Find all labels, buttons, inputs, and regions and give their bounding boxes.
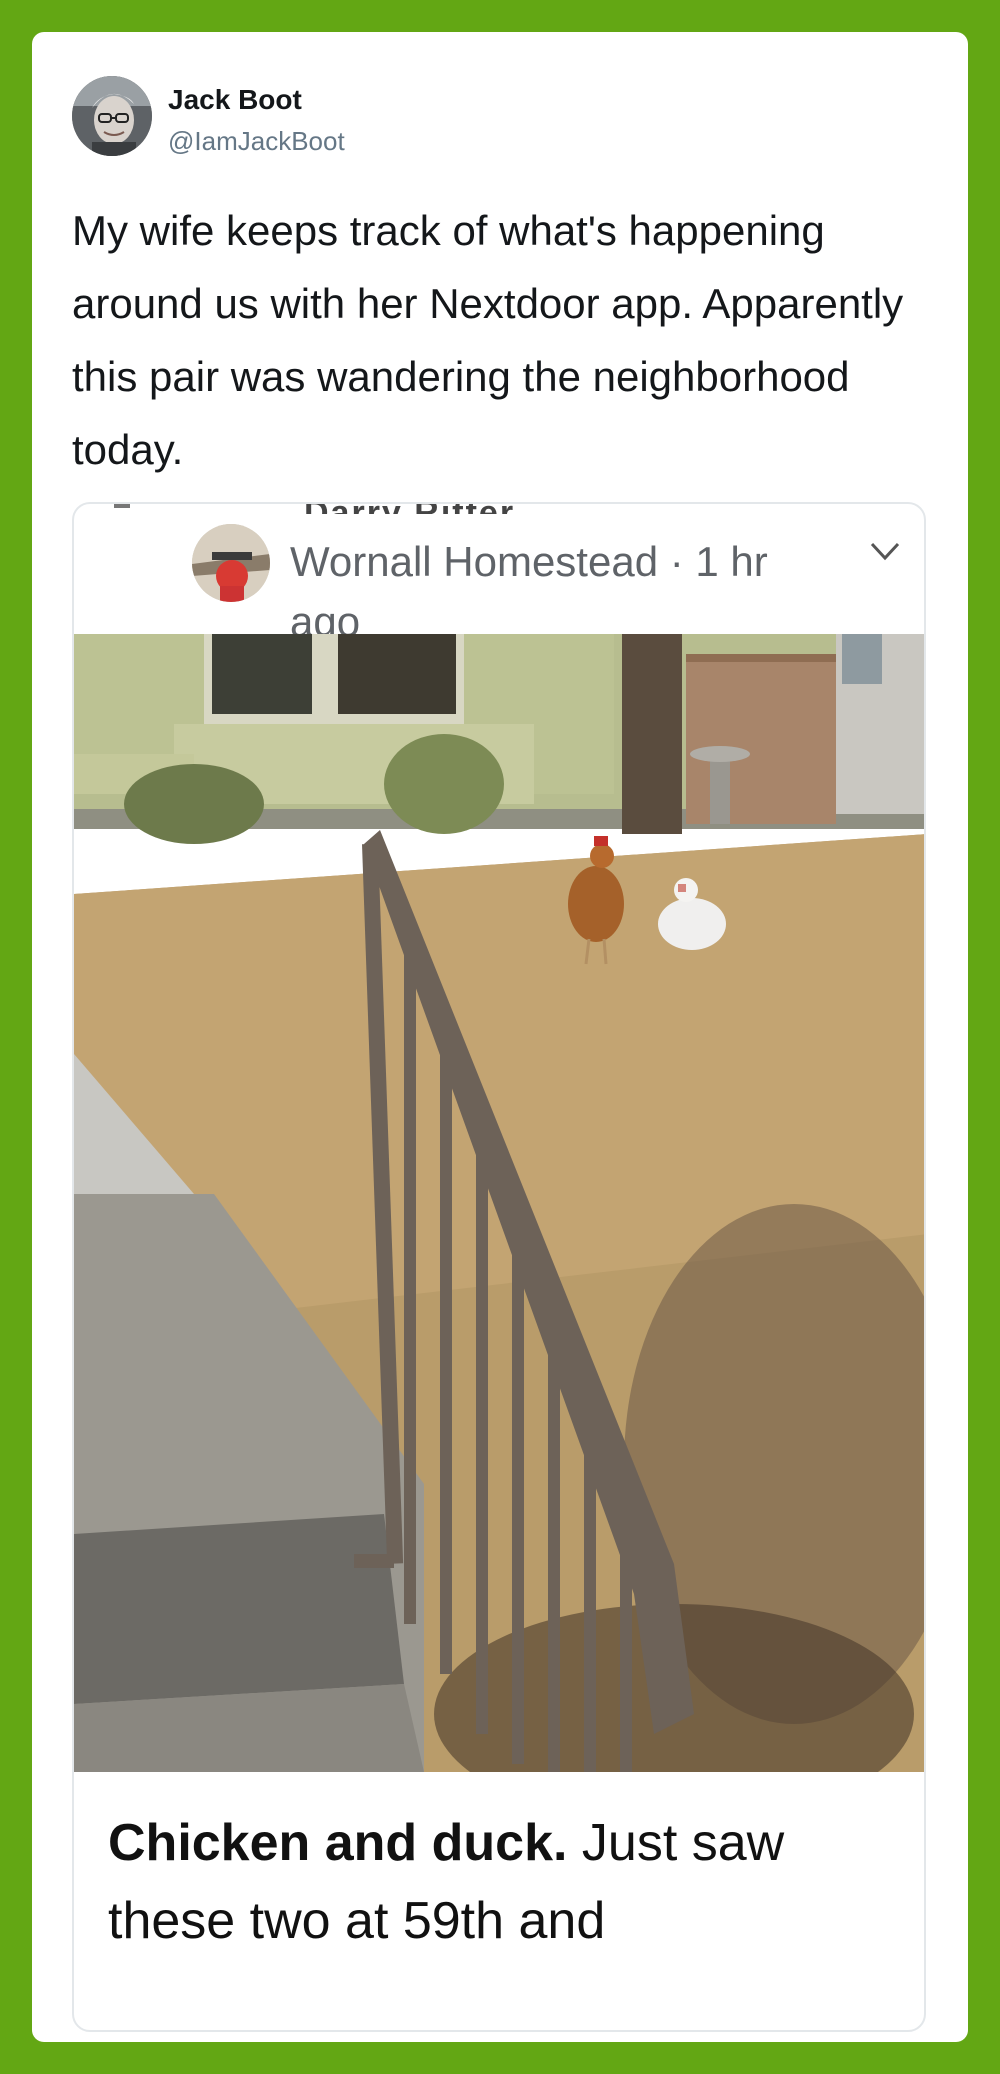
tweet-text: My wife keeps track of what's happening … bbox=[72, 207, 904, 473]
nextdoor-post-screenshot: Darry Ritter Wornall Homestead · 1 hr ag… bbox=[72, 502, 926, 2032]
author-avatar[interactable] bbox=[72, 76, 152, 156]
chicken-and-duck-photo bbox=[74, 634, 924, 1772]
post-caption: Chicken and duck. Just saw these two at … bbox=[108, 1804, 888, 1960]
poster-avatar-icon bbox=[192, 524, 270, 602]
cut-off-mark bbox=[114, 504, 130, 508]
tweet-card: Jack Boot @IamJackBoot My wife keeps tra… bbox=[32, 32, 968, 2042]
author-handle[interactable]: @IamJackBoot bbox=[168, 126, 345, 157]
poster-avatar[interactable] bbox=[192, 524, 270, 602]
author-name[interactable]: Jack Boot bbox=[168, 84, 302, 116]
profile-photo-icon bbox=[72, 76, 152, 156]
chevron-down-icon[interactable] bbox=[868, 538, 902, 566]
cut-off-poster-name: Darry Ritter bbox=[304, 504, 634, 514]
caption-bold: Chicken and duck. bbox=[108, 1814, 568, 1872]
